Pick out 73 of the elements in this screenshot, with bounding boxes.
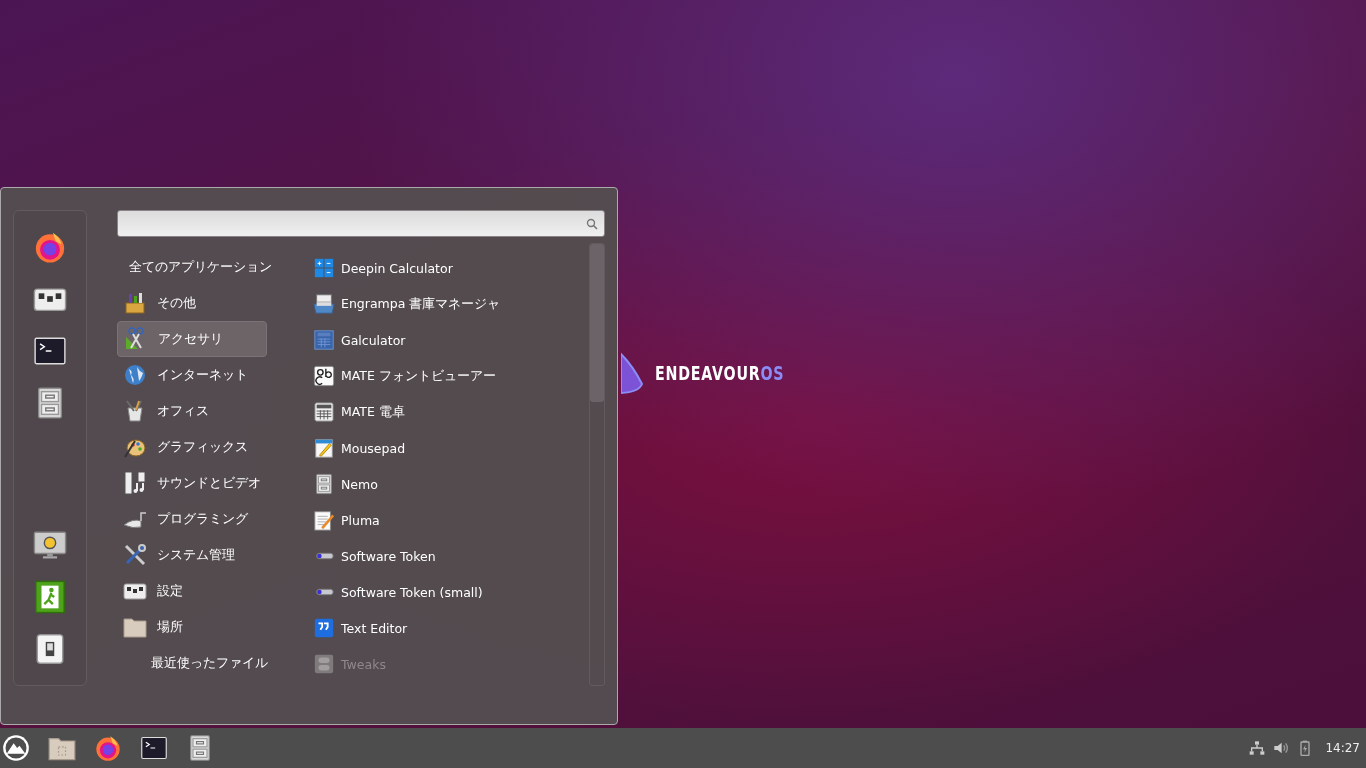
app-item[interactable]: Pluma (313, 502, 589, 538)
category-item[interactable]: グラフィックス (117, 429, 303, 465)
category-item[interactable]: システム管理 (117, 537, 303, 573)
network-icon[interactable] (1249, 740, 1266, 756)
notepad-pencil-icon (313, 509, 335, 531)
category-item[interactable]: 場所 (117, 609, 303, 645)
app-label: MATE 電卓 (341, 403, 405, 421)
scrollbar-thumb[interactable] (590, 244, 604, 402)
category-item[interactable]: オフィス (117, 393, 303, 429)
app-item[interactable]: MATE 電卓 (313, 394, 589, 430)
logo-icon (621, 352, 643, 394)
app-label: Engrampa 書庫マネージャ (341, 295, 501, 313)
toggle-icon (313, 653, 335, 675)
category-label: 最近使ったファイル (151, 654, 268, 672)
category-item[interactable]: サウンドとビデオ (117, 465, 303, 501)
printer-icon (313, 293, 335, 315)
category-label: サウンドとビデオ (157, 474, 261, 492)
start-menu-icon[interactable] (2, 733, 30, 763)
calculator-icon (313, 401, 335, 423)
app-item[interactable]: MATE フォントビューアー (313, 358, 589, 394)
app-item[interactable]: Nemo (313, 466, 589, 502)
search-field[interactable] (117, 210, 605, 237)
search-icon (586, 217, 598, 230)
calculator-icon (313, 257, 335, 279)
category-item[interactable]: プログラミング (117, 501, 303, 537)
notepad-pencil-icon (313, 437, 335, 459)
category-label: 設定 (157, 582, 183, 600)
logo-text: ENDEAVOUROS (655, 362, 785, 384)
app-label: Tweaks (341, 656, 386, 672)
category-item[interactable]: その他 (117, 285, 303, 321)
category-label: インターネット (157, 366, 248, 384)
app-label: Mousepad (341, 440, 406, 456)
category-label: 場所 (157, 618, 183, 636)
font-icon (313, 365, 335, 387)
app-label: Nemo (341, 476, 378, 492)
app-item[interactable]: Software Token (313, 538, 589, 574)
app-label: MATE フォントビューアー (341, 367, 496, 385)
quote-icon (313, 617, 335, 639)
app-label: Galculator (341, 332, 406, 348)
app-label: Software Token (small) (341, 584, 483, 600)
category-label: オフィス (157, 402, 209, 420)
app-item[interactable]: Mousepad (313, 430, 589, 466)
exit-sign-icon[interactable] (33, 579, 67, 615)
app-item[interactable]: Software Token (small) (313, 574, 589, 610)
calculator-icon (313, 329, 335, 351)
app-item[interactable]: Text Editor (313, 610, 589, 646)
app-item[interactable]: Engrampa 書庫マネージャ (313, 286, 589, 322)
web-browser-icon[interactable] (94, 733, 122, 763)
category-item[interactable]: 最近使ったファイル (117, 645, 303, 681)
volume-icon[interactable] (1273, 740, 1290, 756)
clock[interactable]: 14:27 (1325, 741, 1360, 755)
category-label: グラフィックス (157, 438, 248, 456)
tools-icon (123, 543, 147, 567)
film-note-icon (123, 471, 147, 495)
category-label: その他 (157, 294, 196, 312)
category-item[interactable]: 設定 (117, 573, 303, 609)
app-item[interactable]: Deepin Calculator (313, 250, 589, 286)
app-label: Software Token (341, 548, 436, 564)
category-item[interactable]: 全てのアプリケーション (117, 249, 303, 285)
category-label: 全てのアプリケーション (129, 258, 272, 276)
globe-icon (123, 363, 147, 387)
app-label: Text Editor (341, 620, 408, 636)
category-label: アクセサリ (158, 330, 223, 348)
app-item[interactable]: Galculator (313, 322, 589, 358)
folder-icon (123, 615, 147, 639)
category-label: システム管理 (157, 546, 235, 564)
file-cabinet-icon (313, 473, 335, 495)
toolbox-icon (123, 291, 147, 315)
category-item[interactable]: インターネット (117, 357, 303, 393)
app-label: Deepin Calculator (341, 260, 453, 276)
category-item[interactable]: アクセサリ (117, 321, 267, 357)
app-label: Pluma (341, 512, 380, 528)
category-label: プログラミング (157, 510, 248, 528)
